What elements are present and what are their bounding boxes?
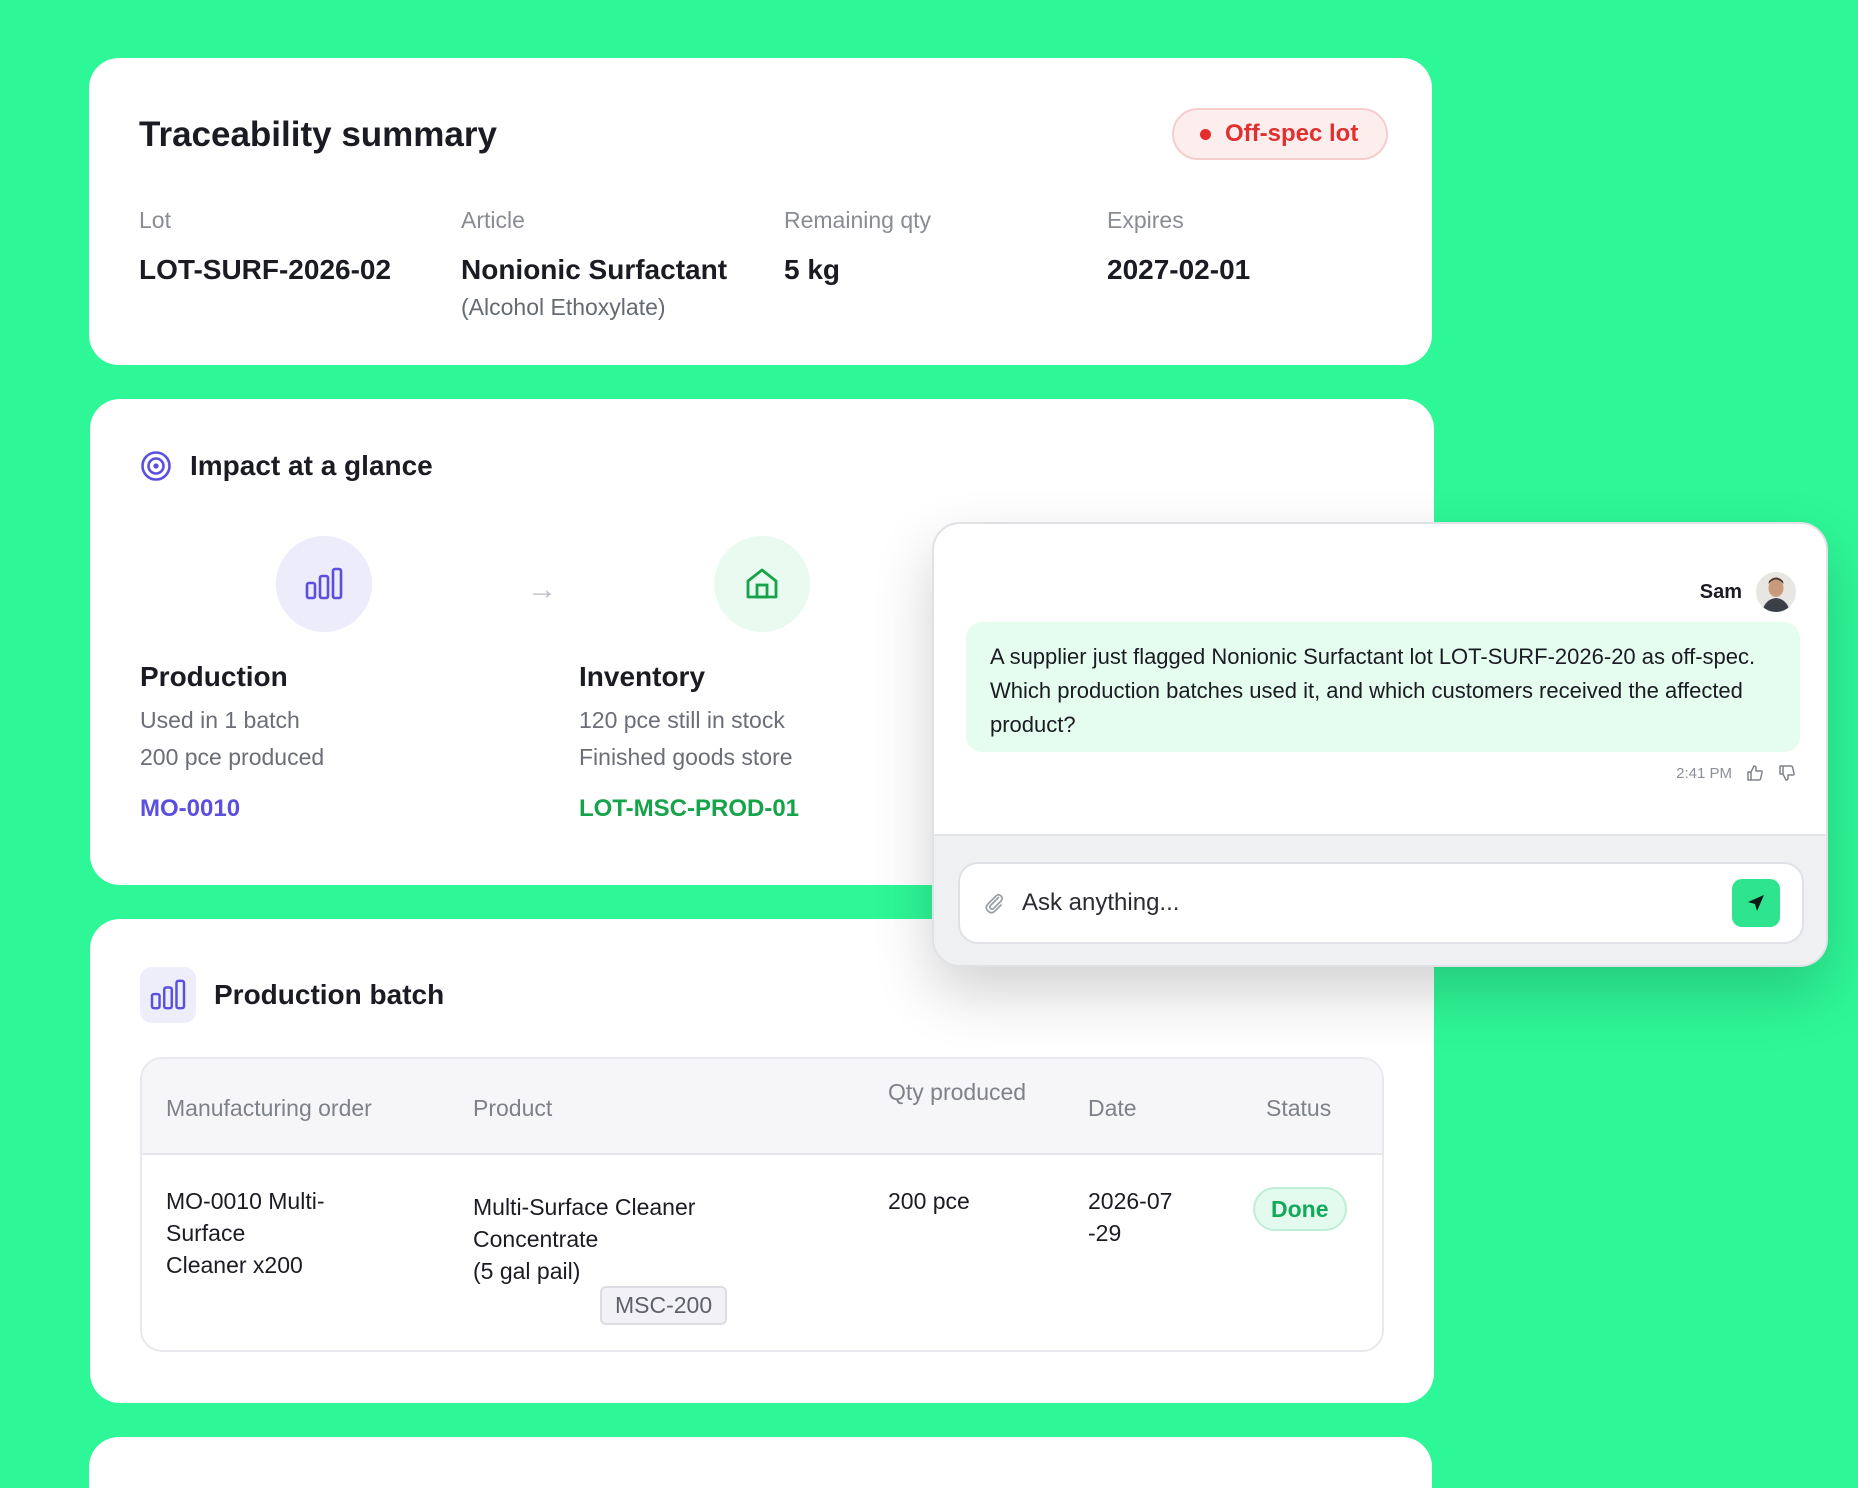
date-line-2: -29 (1088, 1220, 1122, 1246)
column-product[interactable]: Product (473, 1095, 552, 1122)
status-dot-icon (1200, 128, 1211, 140)
send-icon (1748, 895, 1764, 911)
summary-title: Traceability summary (139, 115, 497, 154)
field-remaining-qty-label: Remaining qty (784, 207, 932, 233)
chat-user-name: Sam (1699, 580, 1742, 603)
send-button[interactable] (1732, 879, 1780, 927)
sku-tag: MSC-200 (600, 1286, 728, 1325)
inventory-icon-circle (714, 536, 810, 632)
field-article-label: Article (461, 207, 525, 233)
cell-qty: 200 pce (888, 1188, 970, 1214)
field-expires: Expires 2027-02-01 (1107, 207, 1250, 286)
inventory-name: Inventory (579, 661, 706, 692)
next-card (89, 1437, 1432, 1488)
inventory-link-lot[interactable]: LOT-MSC-PROD-01 (579, 795, 799, 823)
batch-header: Production batch (140, 967, 444, 1023)
field-article-sub: (Alcohol Ethoxylate) (461, 294, 666, 320)
field-remaining-qty-value: 5 kg (784, 254, 841, 285)
production-batch-card: Production batch Manufacturing order Pro… (90, 919, 1434, 1403)
cell-date: 2026-07 -29 (1088, 1185, 1172, 1249)
mo-line-3: Cleaner x200 (166, 1252, 303, 1278)
arrow-right-icon: → (527, 573, 557, 606)
status-badge: Done (1253, 1187, 1347, 1231)
product-line-3: (5 gal pail) (473, 1258, 581, 1284)
field-expires-value: 2027-02-01 (1107, 254, 1251, 285)
chat-input-placeholder[interactable]: Ask anything... (1022, 889, 1716, 917)
column-manufacturing-order[interactable]: Manufacturing order (166, 1095, 372, 1122)
chat-input[interactable]: Ask anything... (958, 862, 1804, 944)
production-link-mo[interactable]: MO-0010 (140, 795, 324, 823)
column-qty-produced[interactable]: Qty produced (888, 1079, 1026, 1106)
field-remaining-qty: Remaining qty 5 kg (784, 207, 931, 286)
batch-table: Manufacturing order Product Qty produced… (140, 1057, 1384, 1352)
paperclip-icon[interactable] (982, 891, 1006, 915)
batch-icon-box (140, 967, 196, 1023)
impact-title: Impact at a glance (190, 450, 433, 481)
date-line-1: 2026-07 (1088, 1188, 1173, 1214)
bar-chart-icon (150, 979, 186, 1010)
home-icon (746, 568, 778, 599)
mo-line-1: MO-0010 Multi- (166, 1188, 325, 1214)
column-date[interactable]: Date (1088, 1095, 1137, 1122)
chat-message-meta: 2:41 PM (1676, 764, 1796, 782)
mo-line-2: Surface (166, 1220, 246, 1246)
production-column: Production Used in 1 batch 200 pce produ… (140, 661, 324, 823)
product-line-2: Concentrate (473, 1226, 599, 1252)
chat-message-bubble: A supplier just flagged Nonionic Surfact… (966, 622, 1800, 752)
inventory-line-2: Finished goods store (579, 744, 793, 770)
field-lot-label: Lot (139, 207, 171, 233)
column-status[interactable]: Status (1266, 1095, 1331, 1122)
field-article-value: Nonionic Surfactant (461, 254, 728, 285)
avatar (1756, 572, 1796, 612)
production-icon-circle (276, 536, 372, 632)
cell-manufacturing-order[interactable]: MO-0010 Multi- Surface Cleaner x200 (166, 1185, 324, 1281)
thumbs-up-icon[interactable] (1746, 764, 1764, 782)
off-spec-badge-label: Off-spec lot (1225, 120, 1359, 147)
chat-panel: Sam A supplier just flagged Nonionic Sur… (932, 522, 1828, 967)
cell-product: Multi-Surface Cleaner Concentrate (5 gal… (473, 1191, 695, 1287)
chat-user-row: Sam (1700, 572, 1796, 612)
field-lot: Lot LOT-SURF-2026-02 (139, 207, 391, 286)
production-line-1: Used in 1 batch (140, 707, 300, 733)
thumbs-down-icon[interactable] (1778, 764, 1796, 782)
chat-time: 2:41 PM (1676, 764, 1732, 782)
impact-header: Impact at a glance (140, 450, 433, 482)
field-article: Article Nonionic Surfactant (Alcohol Eth… (461, 207, 727, 321)
production-name: Production (140, 661, 288, 692)
batch-title: Production batch (214, 979, 445, 1010)
inventory-column: Inventory 120 pce still in stock Finishe… (579, 661, 799, 823)
off-spec-badge: Off-spec lot (1172, 108, 1389, 160)
chat-input-area: Ask anything... (934, 834, 1826, 965)
traceability-summary-card: Traceability summary Off-spec lot Lot LO… (89, 58, 1432, 365)
target-icon (141, 451, 171, 481)
field-lot-value: LOT-SURF-2026-02 (139, 254, 392, 285)
field-expires-label: Expires (1107, 207, 1184, 233)
inventory-line-1: 120 pce still in stock (579, 707, 785, 733)
production-line-2: 200 pce produced (140, 744, 325, 770)
product-line-1: Multi-Surface Cleaner (473, 1194, 696, 1220)
bar-chart-icon (305, 567, 343, 600)
